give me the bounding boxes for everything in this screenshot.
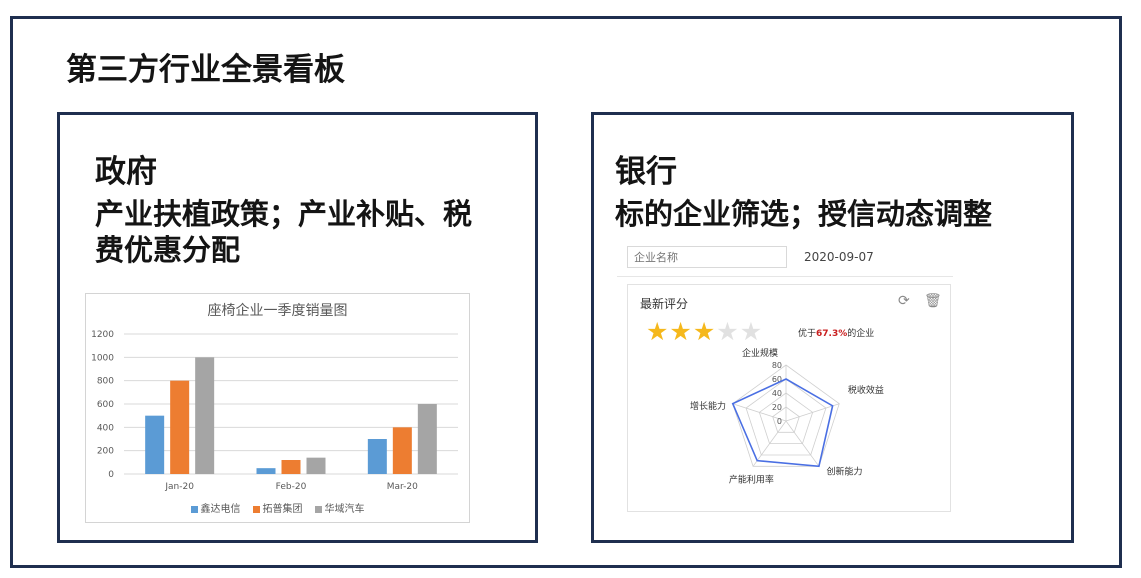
rank-prefix: 优于 <box>798 329 817 339</box>
trash-icon[interactable]: 🗑 <box>924 293 942 309</box>
radar-series <box>731 378 834 468</box>
rank-percent: 67.3% <box>816 329 848 339</box>
legend-item: 鑫达电信 <box>190 500 241 515</box>
government-desc-line2: 费优惠分配 <box>95 233 241 267</box>
y-tick-label: 1000 <box>91 353 114 363</box>
sales-bar-chart: 0 200 400 600 800 1000 1200 Jan-20 Feb-20 Mar-20 … <box>85 293 470 523</box>
legend-swatch <box>314 505 322 513</box>
chart-title: 座椅企业一季度销量图 <box>207 303 348 319</box>
x-tick-label: Feb-20 <box>276 482 307 492</box>
government-heading: 政府 <box>95 154 157 190</box>
legend-item: 拓普集团 <box>252 500 303 515</box>
rating-stars: ★★★★★ <box>646 317 763 346</box>
y-tick-label: 400 <box>97 423 114 433</box>
y-tick-label: 200 <box>97 447 114 457</box>
legend-label: 华域汽车 <box>324 504 365 515</box>
radar-tick-label: 40 <box>772 389 782 398</box>
legend-label: 拓普集团 <box>262 504 303 515</box>
star-icon: ★ <box>716 317 739 346</box>
legend-label: 鑫达电信 <box>200 504 241 515</box>
radar-axis-label: 创新能力 <box>827 466 863 478</box>
bar <box>367 439 387 474</box>
y-tick-label: 0 <box>108 470 114 480</box>
company-search-bar: 2020-09-07 <box>617 240 953 277</box>
bar <box>281 460 301 474</box>
radar-axis-label: 增长能力 <box>690 400 726 412</box>
chart-legend: 鑫达电信 拓普集团 华域汽车 <box>86 500 469 515</box>
rank-suffix: 的企业 <box>847 329 875 339</box>
score-title: 最新评分 <box>640 297 689 311</box>
bar <box>170 380 190 474</box>
bar <box>145 415 165 474</box>
page-title: 第三方行业全景看板 <box>66 52 345 88</box>
bar <box>306 457 326 474</box>
radar-tick-label: 20 <box>772 403 782 412</box>
bar <box>417 404 437 474</box>
rank-text: 优于67.3%的企业 <box>798 326 874 339</box>
score-card: 0 20 40 60 80 企业规模 税收效益 创新能力 产能利用率 增长能力 最新评分 ⟳ 🗑 … <box>627 284 951 512</box>
radar-axis-label: 税收效益 <box>848 384 884 396</box>
bank-desc: 标的企业筛选；授信动态调整 <box>615 197 993 231</box>
government-desc-line1: 产业扶植政策；产业补贴、税 <box>95 197 473 231</box>
star-icon: ★ <box>646 317 669 346</box>
legend-swatch <box>252 505 260 513</box>
y-tick-label: 600 <box>97 400 114 410</box>
star-icon: ★ <box>739 317 763 346</box>
y-tick-label: 800 <box>97 377 114 387</box>
date-label: 2020-09-07 <box>804 250 874 264</box>
radar-axis-label: 产能利用率 <box>729 474 774 486</box>
radar-tick-label: 80 <box>772 361 782 370</box>
refresh-icon[interactable]: ⟳ <box>898 293 910 309</box>
legend-swatch <box>190 505 198 513</box>
bar <box>195 357 215 474</box>
y-tick-label: 1200 <box>91 330 114 340</box>
radar-axis-label: 企业规模 <box>742 347 778 359</box>
x-tick-label: Jan-20 <box>164 482 194 492</box>
star-icon: ★ <box>669 317 692 346</box>
legend-item: 华域汽车 <box>314 500 365 515</box>
x-tick-label: Mar-20 <box>387 482 418 492</box>
bar <box>392 427 412 474</box>
company-search-input[interactable] <box>627 246 787 268</box>
bar-chart-svg: 0 200 400 600 800 1000 1200 Jan-20 Feb-20 Mar-20 <box>91 330 458 492</box>
radar-tick-label: 0 <box>777 417 782 426</box>
bar <box>256 468 276 474</box>
star-icon: ★ <box>692 317 716 346</box>
bank-heading: 银行 <box>615 154 677 190</box>
